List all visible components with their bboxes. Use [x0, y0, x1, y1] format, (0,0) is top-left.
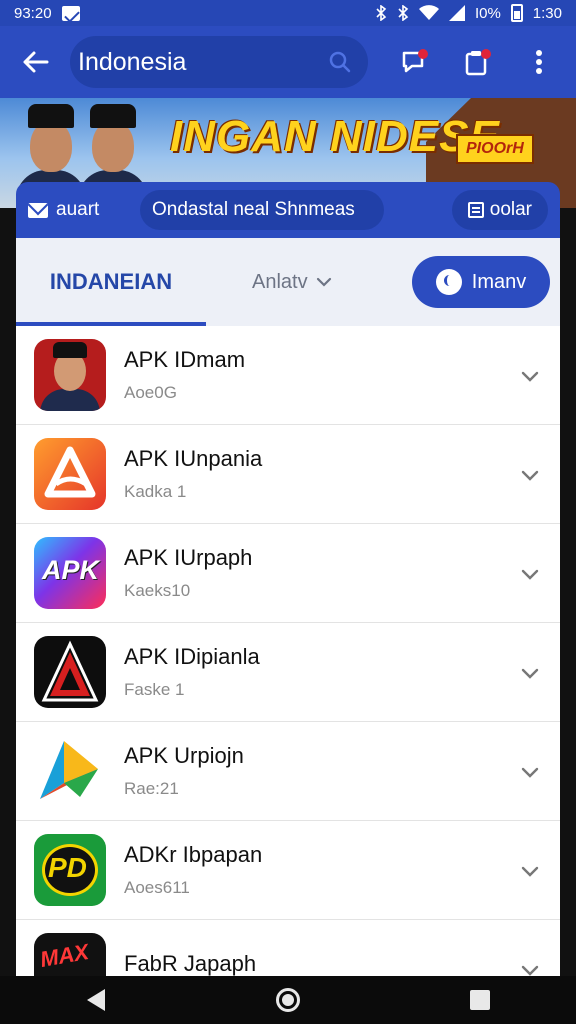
list-item[interactable]: APK IUnpania Kadka 1: [16, 425, 560, 524]
list-icon: [467, 202, 484, 218]
apk-logo-icon: APK: [34, 537, 106, 609]
join-button[interactable]: Imanv: [412, 256, 550, 308]
app-subtitle: Rae:21: [124, 779, 179, 798]
triangle-logo-icon: [34, 438, 106, 510]
app-subtitle: Aoe0G: [124, 383, 177, 402]
mail-label: auart: [56, 199, 100, 220]
game-logo-icon: MAX: [34, 933, 106, 976]
chevron-down-icon: [316, 277, 331, 287]
banner-tag: PIOOrH: [456, 134, 534, 164]
chevron-down-icon[interactable]: [520, 960, 540, 976]
app-subtitle: Kadka 1: [124, 482, 187, 501]
list-item[interactable]: PD ADKr Ibpapan Aoes611: [16, 821, 560, 920]
sheet-header: auart Ondastal neal Shnmeas oolar: [16, 182, 560, 238]
back-triangle-icon: [87, 989, 105, 1011]
bluetooth-icon: [376, 5, 387, 21]
recents-square-icon: [470, 990, 490, 1010]
list-item[interactable]: APK IDipianla Faske 1: [16, 623, 560, 722]
filter-dropdown[interactable]: Anlatv: [252, 271, 332, 294]
chevron-down-icon[interactable]: [520, 564, 540, 584]
image-notification-icon: [61, 5, 80, 21]
pd-logo-icon: PD: [34, 834, 106, 906]
app-title: FabR Japaph: [124, 951, 257, 976]
chevron-down-icon[interactable]: [520, 762, 540, 782]
nav-recents-button[interactable]: [450, 976, 510, 1024]
app-title: APK IUrpaph: [124, 545, 253, 570]
mail-chip[interactable]: auart: [28, 199, 138, 221]
nav-home-button[interactable]: [258, 976, 318, 1024]
app-title: APK IDipianla: [124, 644, 260, 669]
chevron-down-icon[interactable]: [520, 663, 540, 683]
back-button[interactable]: [0, 26, 70, 98]
app-subtitle: Kaeks10: [124, 581, 191, 600]
nav-back-button[interactable]: [66, 976, 126, 1024]
dropdown-label: Anlatv: [252, 270, 308, 293]
clipboard-alert-icon: [465, 49, 491, 76]
banner-title: INGAN NIDESE: [170, 112, 500, 161]
list-item[interactable]: APK IDmam Aoe0G: [16, 326, 560, 425]
app-bar: Indonesia: [0, 26, 576, 98]
colorful-triangle-icon: [34, 735, 106, 807]
clipboard-button[interactable]: [446, 31, 508, 93]
tab-active[interactable]: INDANEIAN: [16, 238, 206, 326]
signal-icon: [448, 5, 465, 21]
status-time-left: 93:20: [14, 4, 52, 22]
join-label: Imanv: [471, 270, 527, 293]
app-title: APK Urpiojn: [124, 743, 244, 768]
status-time-right: 1:30: [532, 4, 562, 22]
chevron-down-icon[interactable]: [520, 861, 540, 881]
home-circle-icon: [276, 988, 300, 1012]
app-subtitle: Faske 1: [124, 680, 185, 699]
app-title: APK IUnpania: [124, 446, 263, 471]
list-item[interactable]: MAX FabR Japaph: [16, 920, 560, 976]
list-item[interactable]: APK APK IUrpaph Kaeks10: [16, 524, 560, 623]
hint-pill[interactable]: Ondastal neal Shnmeas: [140, 190, 384, 230]
app-subtitle: Aoes611: [124, 878, 190, 897]
chat-alert-icon: [402, 49, 428, 73]
toolbar-label: oolar: [489, 199, 532, 220]
tab-bar: INDANEIAN Anlatv Imanv: [16, 238, 560, 326]
portrait-icon: [34, 339, 106, 411]
more-vert-icon: [536, 50, 542, 74]
search-value: Indonesia: [78, 47, 187, 76]
red-a-logo-icon: [34, 636, 106, 708]
bluetooth-alt-icon: [398, 5, 409, 21]
more-options-button[interactable]: [508, 31, 570, 93]
search-input[interactable]: Indonesia: [70, 36, 368, 88]
mail-icon: [28, 202, 48, 218]
refresh-icon: [435, 269, 462, 295]
app-list: APK IDmam Aoe0G APK IUnpania Kadka 1 APK…: [16, 326, 560, 976]
chat-button[interactable]: [384, 31, 446, 93]
chevron-down-icon[interactable]: [520, 366, 540, 386]
arrow-left-icon: [23, 51, 49, 73]
wifi-icon: [418, 5, 439, 20]
app-title: APK IDmam: [124, 347, 246, 372]
battery-icon: [510, 4, 523, 22]
list-item[interactable]: APK Urpiojn Rae:21: [16, 722, 560, 821]
system-nav-bar: [0, 976, 576, 1024]
status-bar: 93:20 I0% 1:30: [0, 0, 576, 26]
chevron-down-icon[interactable]: [520, 465, 540, 485]
search-icon[interactable]: [322, 44, 358, 80]
app-title: ADKr Ibpapan: [124, 842, 263, 867]
battery-percent: I0%: [474, 4, 501, 22]
toolbar-button[interactable]: oolar: [451, 190, 548, 230]
